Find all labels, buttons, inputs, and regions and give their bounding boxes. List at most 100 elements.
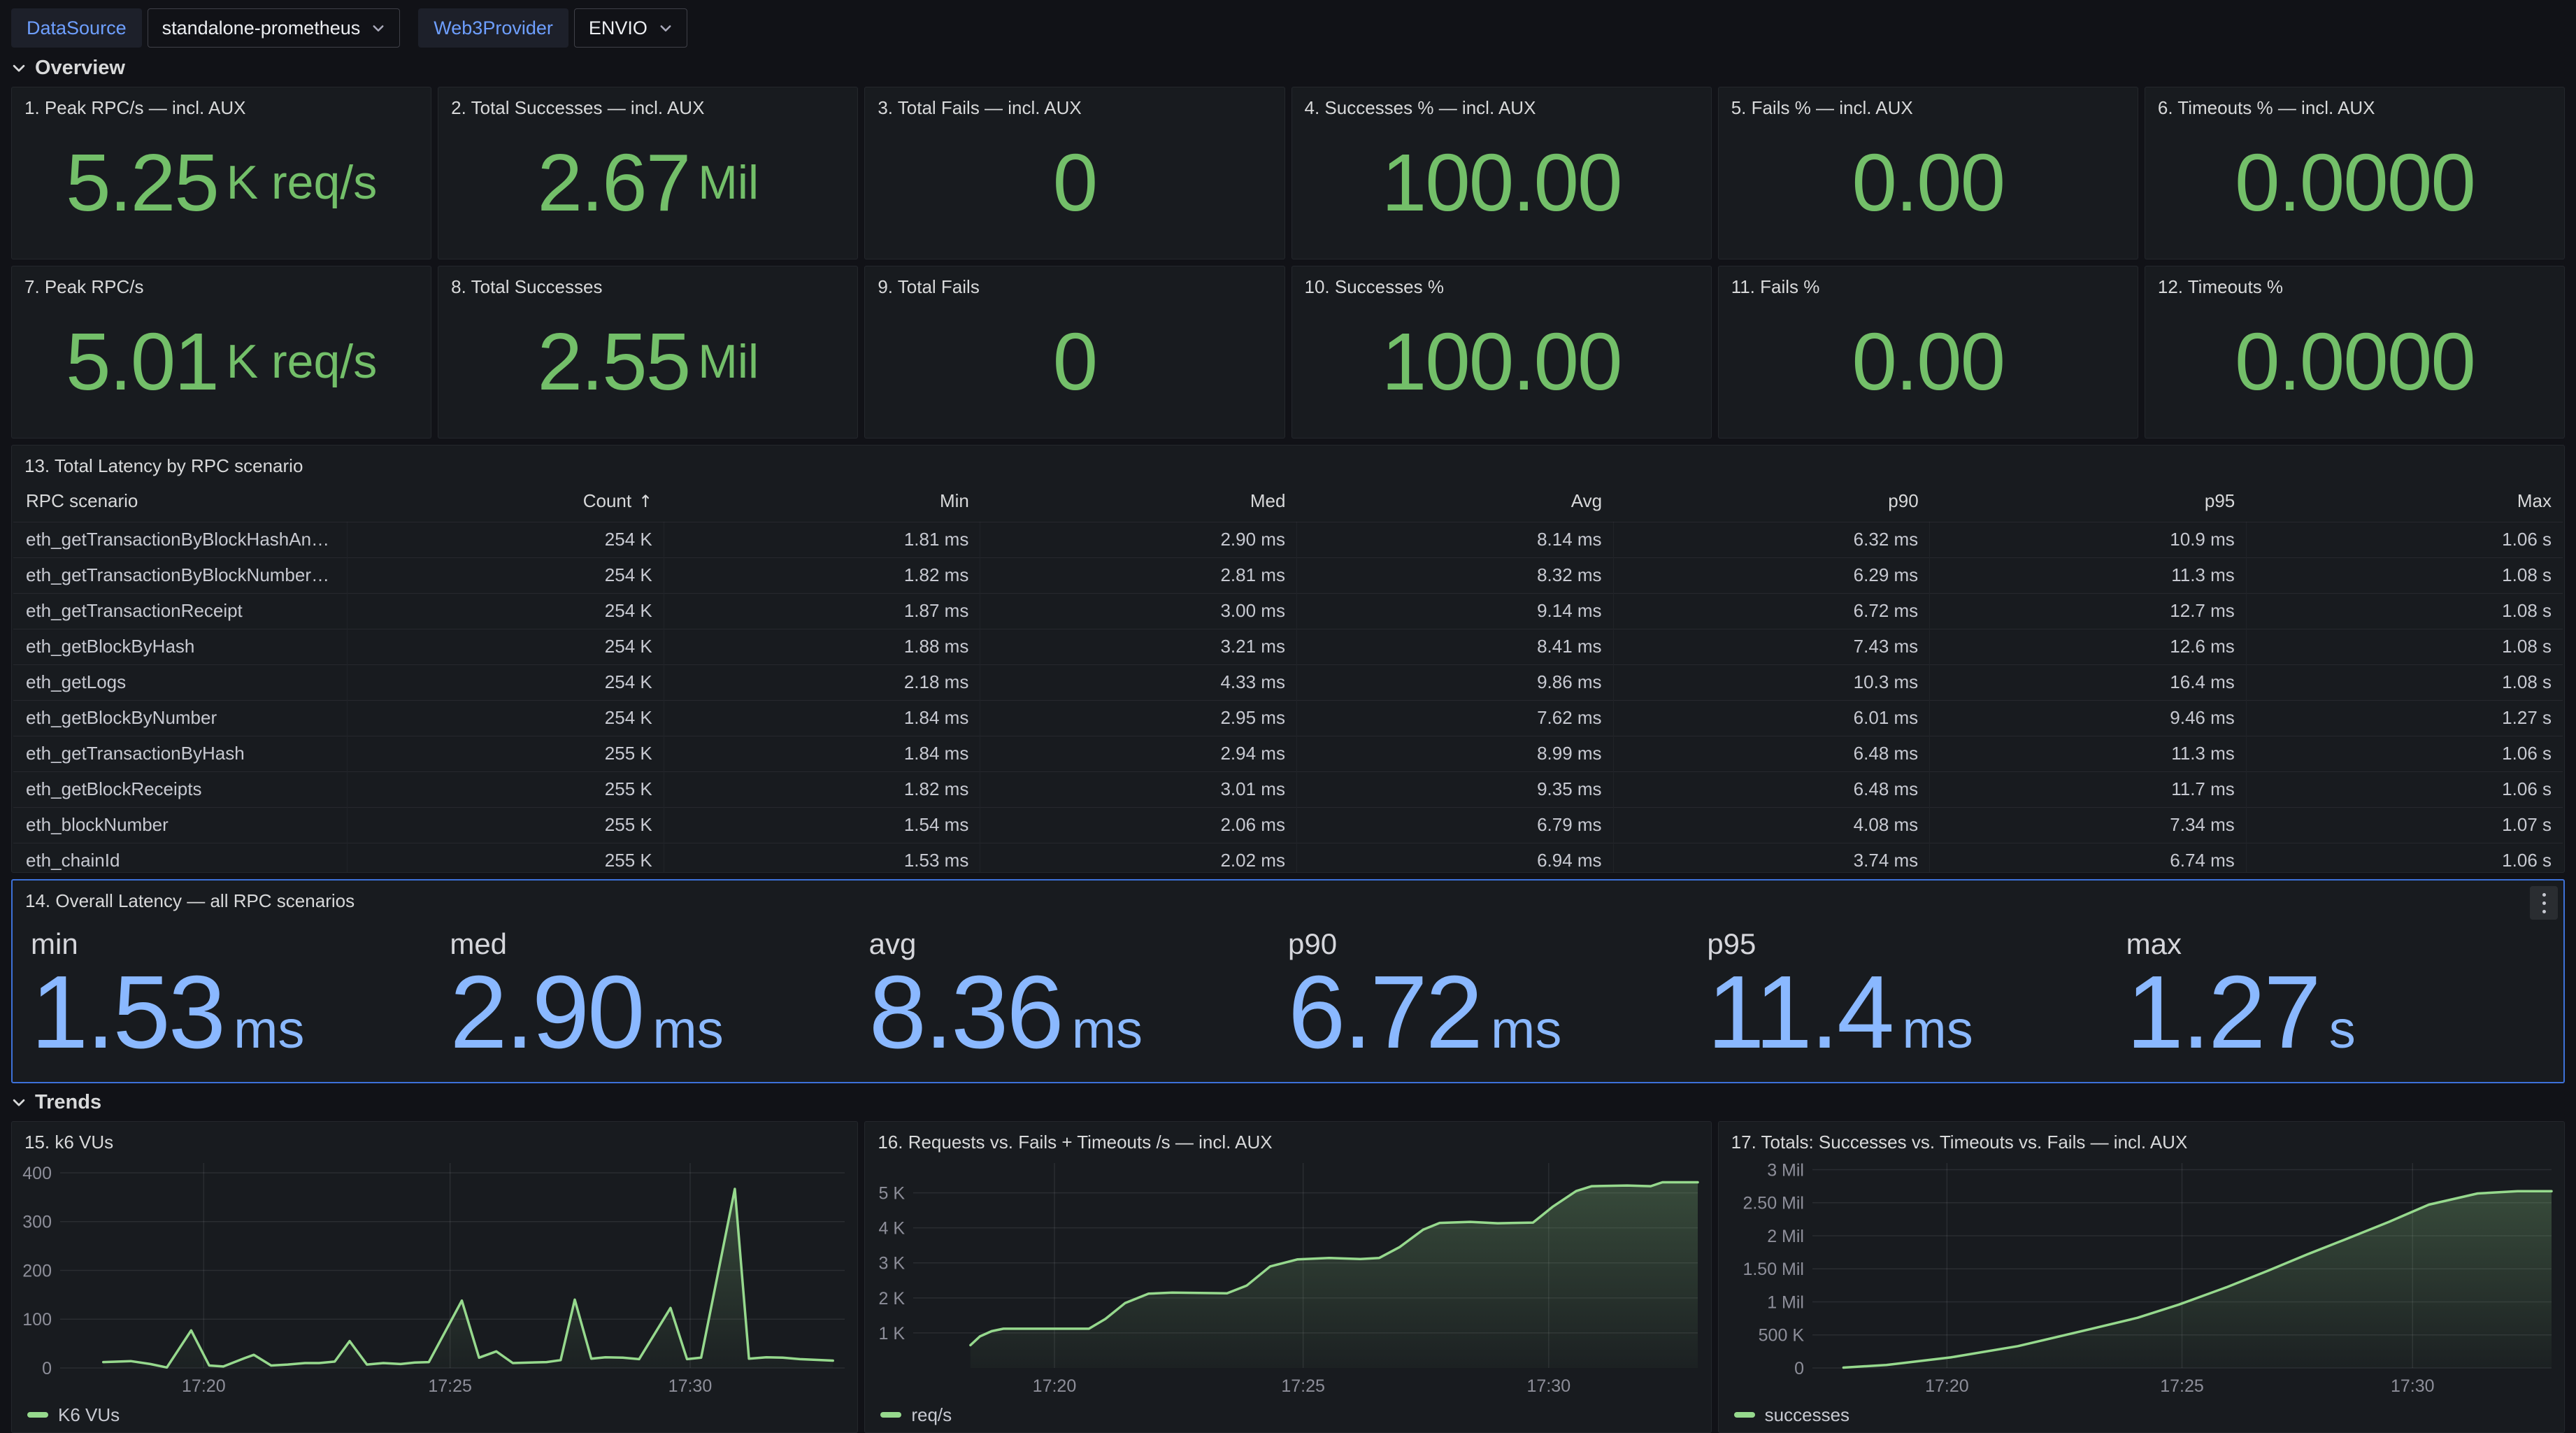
svg-text:3 K: 3 K [879,1254,906,1274]
svg-text:17:25: 17:25 [1282,1376,1326,1396]
svg-text:0: 0 [42,1359,52,1378]
table-cell: 6.72 ms [1613,593,1930,629]
stat-unit: ms [1072,999,1143,1060]
svg-text:1 K: 1 K [879,1324,906,1343]
stat-value: 0 [865,119,1284,259]
stat-unit: ms [652,999,723,1060]
table-cell: 255 K [348,807,664,843]
time-series-svg[interactable]: 010020030040017:2017:2517:30 [12,1153,857,1400]
table-wrap: RPC scenarioCount↑MinMedAvgp90p95Max eth_… [12,477,2564,872]
section-header-trends[interactable]: Trends [11,1090,2565,1115]
variable-value: ENVIO [589,17,647,39]
table-row: eth_chainId255 K1.53 ms2.02 ms6.94 ms3.7… [13,843,2563,872]
column-header-count[interactable]: Count↑ [348,481,664,522]
stat-number: 2.67 [537,142,689,223]
latency-table: RPC scenarioCount↑MinMedAvgp90p95Max eth_… [13,481,2563,872]
table-cell: 2.81 ms [980,557,1297,593]
legend-item[interactable]: req/s [880,1404,952,1426]
stat-unit: K req/s [227,334,377,389]
chevron-down-icon [11,60,27,76]
chevron-down-icon [371,21,385,35]
column-header-min[interactable]: Min [664,481,980,522]
table-cell: 6.01 ms [1613,700,1930,736]
panel-title[interactable]: 4. Successes % — incl. AUX [1292,87,1711,119]
panel-title[interactable]: 1. Peak RPC/s — incl. AUX [12,87,431,119]
section-title: Overview [35,57,125,80]
panel-title[interactable]: 8. Total Successes [438,266,857,298]
panel-title[interactable]: 13. Total Latency by RPC scenario [12,445,2564,477]
panel-title[interactable]: 6. Timeouts % — incl. AUX [2145,87,2564,119]
stat-panel: 11. Fails %0.00 [1718,266,2138,439]
table-cell: 1.07 s [2246,807,2563,843]
latency-stat-value: 1.27s [2126,961,2545,1064]
stat-value: 0.0000 [2145,119,2564,259]
table-cell: 8.14 ms [1296,522,1613,557]
table-row: eth_getBlockByNumber254 K1.84 ms2.95 ms7… [13,700,2563,736]
time-series-plot[interactable]: 0500 K1 Mil1.50 Mil2 Mil2.50 Mil3 Mil17:… [1719,1153,2564,1400]
panel-title[interactable]: 3. Total Fails — incl. AUX [865,87,1284,119]
table-header-row: RPC scenarioCount↑MinMedAvgp90p95Max [13,481,2563,522]
table-cell: 3.74 ms [1613,843,1930,872]
column-header-med[interactable]: Med [980,481,1297,522]
stat-number: 100.00 [1382,321,1622,402]
stat-value: 100.00 [1292,119,1711,259]
latency-stat-value: 11.4ms [1707,961,2126,1064]
column-header-avg[interactable]: Avg [1296,481,1613,522]
panel-title[interactable]: 17. Totals: Successes vs. Timeouts vs. F… [1719,1122,2564,1153]
svg-text:0: 0 [1794,1359,1804,1378]
svg-text:17:30: 17:30 [668,1376,713,1396]
column-header-p95[interactable]: p95 [1930,481,2247,522]
panel-title[interactable]: 10. Successes % [1292,266,1711,298]
table-cell: 9.46 ms [1930,700,2247,736]
section-header-overview[interactable]: Overview [11,55,2565,80]
panel-title[interactable]: 14. Overall Latency — all RPC scenarios [13,881,2563,912]
panel-menu-icon[interactable] [2530,886,2558,920]
legend-swatch [27,1412,48,1418]
chevron-down-icon [659,21,673,35]
chart-legend: successes [1719,1400,2564,1430]
latency-stat-p95: p9511.4ms [1707,916,2126,1064]
column-header-max[interactable]: Max [2246,481,2563,522]
stat-value: 0.00 [1719,298,2138,438]
table-cell: 1.84 ms [664,700,980,736]
svg-text:4 K: 4 K [879,1219,906,1239]
panel-title[interactable]: 2. Total Successes — incl. AUX [438,87,857,119]
panel-title[interactable]: 7. Peak RPC/s [12,266,431,298]
table-cell: 2.02 ms [980,843,1297,872]
panel-title[interactable]: 5. Fails % — incl. AUX [1719,87,2138,119]
table-cell: 4.33 ms [980,664,1297,700]
time-series-plot[interactable]: 010020030040017:2017:2517:30 [12,1153,857,1400]
variable-dropdown[interactable]: ENVIO [574,8,687,48]
table-cell: 254 K [348,557,664,593]
stat-unit: ms [234,999,304,1060]
panel-title[interactable]: 12. Timeouts % [2145,266,2564,298]
legend-item[interactable]: K6 VUs [27,1404,120,1426]
time-series-svg[interactable]: 0500 K1 Mil1.50 Mil2 Mil2.50 Mil3 Mil17:… [1719,1153,2564,1400]
svg-text:5 K: 5 K [879,1184,906,1204]
svg-text:2.50 Mil: 2.50 Mil [1743,1194,1804,1213]
table-cell: 1.82 ms [664,771,980,807]
column-header-rpc-scenario[interactable]: RPC scenario [13,481,348,522]
chart-legend: req/s [865,1400,1710,1430]
stat-value: 5.01K req/s [12,298,431,438]
panel-title[interactable]: 9. Total Fails [865,266,1284,298]
chart-panel: 15. k6 VUs010020030040017:2017:2517:30 K6… [11,1121,858,1433]
panel-title[interactable]: 11. Fails % [1719,266,2138,298]
table-cell: 3.00 ms [980,593,1297,629]
column-header-p90[interactable]: p90 [1613,481,1930,522]
panel-title[interactable]: 16. Requests vs. Fails + Timeouts /s — i… [865,1122,1710,1153]
table-cell: 255 K [348,771,664,807]
stat-unit: Mil [698,334,759,389]
legend-item[interactable]: successes [1734,1404,1849,1426]
variable-dropdown[interactable]: standalone-prometheus [148,8,401,48]
table-cell: 255 K [348,843,664,872]
stat-panel: 8. Total Successes2.55Mil [438,266,858,439]
legend-swatch [880,1412,901,1418]
table-cell: 6.94 ms [1296,843,1613,872]
table-cell: eth_getBlockReceipts [13,771,348,807]
stat-value: 100.00 [1292,298,1711,438]
table-cell: eth_chainId [13,843,348,872]
panel-title[interactable]: 15. k6 VUs [12,1122,857,1153]
time-series-plot[interactable]: 1 K2 K3 K4 K5 K17:2017:2517:30 [865,1153,1710,1400]
time-series-svg[interactable]: 1 K2 K3 K4 K5 K17:2017:2517:30 [865,1153,1710,1400]
